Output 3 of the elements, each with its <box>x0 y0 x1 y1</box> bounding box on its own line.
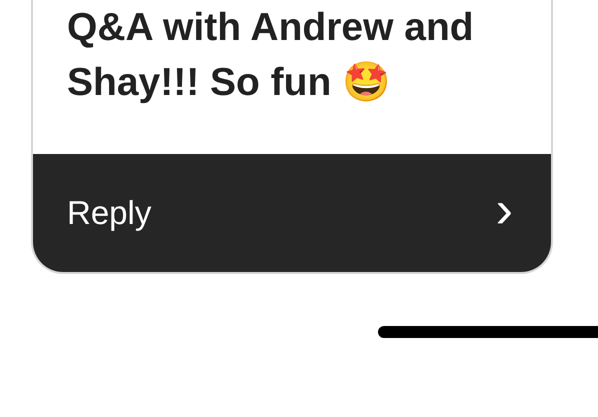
message-text: Q&A with Andrew and Shay!!! So fun 🤩 <box>66 5 475 106</box>
home-indicator[interactable] <box>378 326 598 338</box>
reply-button[interactable]: Reply › <box>33 154 551 272</box>
